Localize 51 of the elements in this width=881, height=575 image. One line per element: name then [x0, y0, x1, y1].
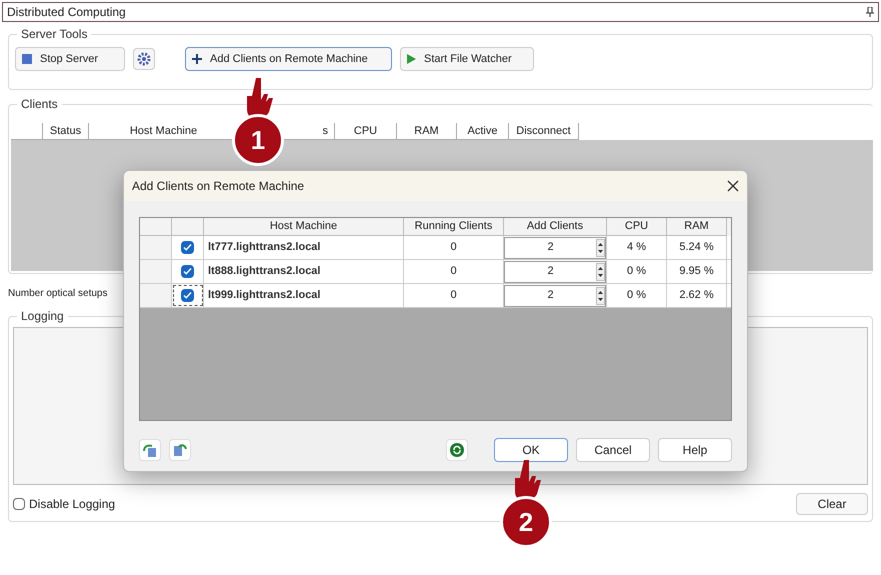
refresh-button[interactable]	[446, 439, 468, 461]
toolbar-button[interactable]: Stop Server	[15, 47, 125, 71]
dialog-button[interactable]: Help	[658, 438, 732, 462]
refresh-icon	[449, 442, 465, 458]
toolbar-button[interactable]: Start File Watcher	[400, 47, 534, 71]
table-cell: 0 %	[607, 284, 667, 307]
document-arrow-icon	[143, 443, 157, 457]
pin-icon[interactable]	[866, 7, 874, 17]
checkbox[interactable]	[181, 241, 194, 254]
table-cell: lt999.lighttrans2.local	[204, 284, 404, 307]
checkbox[interactable]	[13, 498, 25, 510]
spinner-arrows-icon[interactable]	[596, 286, 605, 304]
group-title: Logging	[17, 308, 68, 324]
settings-button[interactable]	[133, 48, 155, 70]
table-cell: 5.24 %	[667, 236, 727, 259]
stop-icon	[22, 54, 32, 64]
dialog-title: Add Clients on Remote Machine	[132, 178, 304, 195]
dialog-button[interactable]: Cancel	[576, 438, 650, 462]
toolbar-button[interactable]: Add Clients on Remote Machine	[185, 47, 392, 71]
table-cell: 9.95 %	[667, 260, 727, 283]
step-badge: 2	[500, 496, 552, 548]
table-cell: lt888.lighttrans2.local	[204, 260, 404, 283]
export-button[interactable]	[169, 439, 191, 461]
table-cell: 4 %	[607, 236, 667, 259]
column-header: Status	[43, 123, 89, 140]
document-arrow-icon	[173, 443, 187, 457]
column-header	[11, 123, 43, 140]
checkbox[interactable]	[181, 265, 194, 278]
checkbox-label: Disable Logging	[29, 496, 116, 513]
close-icon[interactable]	[727, 180, 739, 192]
gear-icon	[137, 52, 151, 66]
plus-icon	[192, 54, 202, 64]
number-spinner[interactable]: 2	[504, 260, 606, 282]
import-button[interactable]	[139, 439, 161, 461]
column-header: CPU	[335, 123, 397, 140]
number-spinner[interactable]: 2	[504, 284, 606, 306]
spinner-arrows-icon[interactable]	[596, 238, 605, 256]
checkbox[interactable]	[181, 289, 194, 302]
play-icon	[407, 54, 416, 64]
spinner-arrows-icon[interactable]	[596, 262, 605, 280]
clear-button[interactable]: Clear	[796, 493, 868, 515]
table-cell: lt777.lighttrans2.local	[204, 236, 404, 259]
column-header: Disconnect	[509, 123, 579, 140]
panel-title: Distributed Computing	[7, 4, 126, 21]
dialog-button[interactable]: OK	[494, 438, 568, 462]
setting-label: Number optical setups	[8, 286, 108, 300]
column-header: Active	[457, 123, 509, 140]
number-spinner[interactable]: 2	[504, 236, 606, 258]
column-header: RAM	[397, 123, 457, 140]
table-cell: 2.62 %	[667, 284, 727, 307]
table-cell: 0 %	[607, 260, 667, 283]
